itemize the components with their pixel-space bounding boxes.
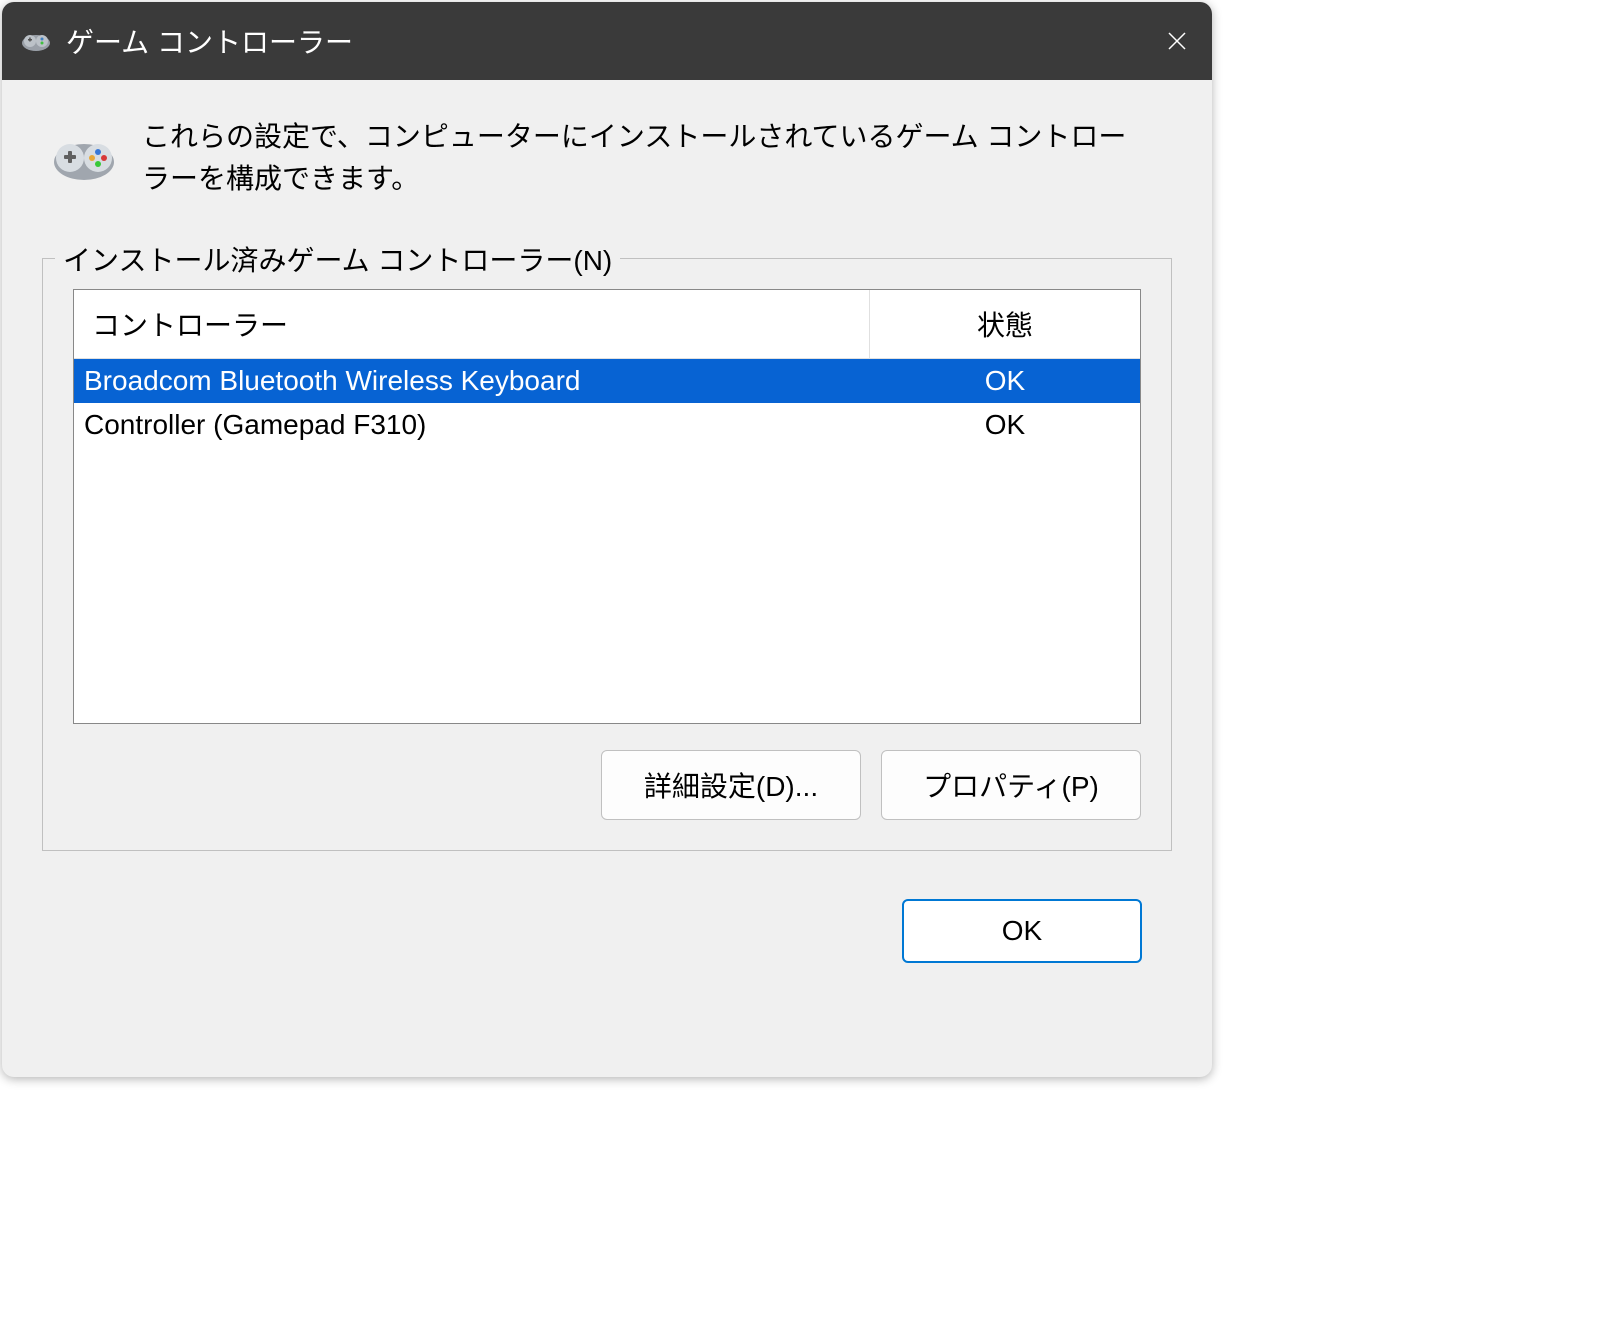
- game-controllers-dialog: ゲーム コントローラー: [2, 2, 1212, 1077]
- groupbox-buttons: 詳細設定(D)... プロパティ(P): [73, 750, 1141, 820]
- gamepad-large-icon: [50, 122, 118, 190]
- controller-status: OK: [870, 403, 1140, 447]
- titlebar: ゲーム コントローラー: [2, 2, 1212, 80]
- window-title: ゲーム コントローラー: [66, 21, 353, 61]
- properties-button[interactable]: プロパティ(P): [881, 750, 1141, 820]
- header-section: これらの設定で、コンピューターにインストールされているゲーム コントローラーを構…: [32, 116, 1182, 200]
- list-row[interactable]: Broadcom Bluetooth Wireless Keyboard OK: [74, 359, 1140, 403]
- close-button[interactable]: [1142, 2, 1212, 80]
- close-icon: [1165, 29, 1189, 53]
- controllers-list[interactable]: コントローラー 状態 Broadcom Bluetooth Wireless K…: [73, 289, 1141, 724]
- header-description: これらの設定で、コンピューターにインストールされているゲーム コントローラーを構…: [142, 116, 1182, 200]
- controller-status: OK: [870, 359, 1140, 403]
- installed-controllers-group: インストール済みゲーム コントローラー(N) コントローラー 状態 Broadc…: [42, 258, 1172, 851]
- controller-name: Controller (Gamepad F310): [74, 403, 870, 447]
- ok-button[interactable]: OK: [902, 899, 1142, 963]
- advanced-settings-button[interactable]: 詳細設定(D)...: [601, 750, 861, 820]
- controller-name: Broadcom Bluetooth Wireless Keyboard: [74, 359, 870, 403]
- list-header: コントローラー 状態: [74, 290, 1140, 359]
- titlebar-left: ゲーム コントローラー: [20, 21, 353, 61]
- groupbox-label: インストール済みゲーム コントローラー(N): [55, 239, 620, 279]
- column-header-controller[interactable]: コントローラー: [74, 290, 870, 358]
- list-row[interactable]: Controller (Gamepad F310) OK: [74, 403, 1140, 447]
- list-body: Broadcom Bluetooth Wireless Keyboard OK …: [74, 359, 1140, 447]
- dialog-footer: OK: [32, 851, 1182, 963]
- column-header-status[interactable]: 状態: [870, 290, 1140, 358]
- dialog-content: これらの設定で、コンピューターにインストールされているゲーム コントローラーを構…: [2, 80, 1212, 983]
- gamepad-icon: [20, 25, 52, 57]
